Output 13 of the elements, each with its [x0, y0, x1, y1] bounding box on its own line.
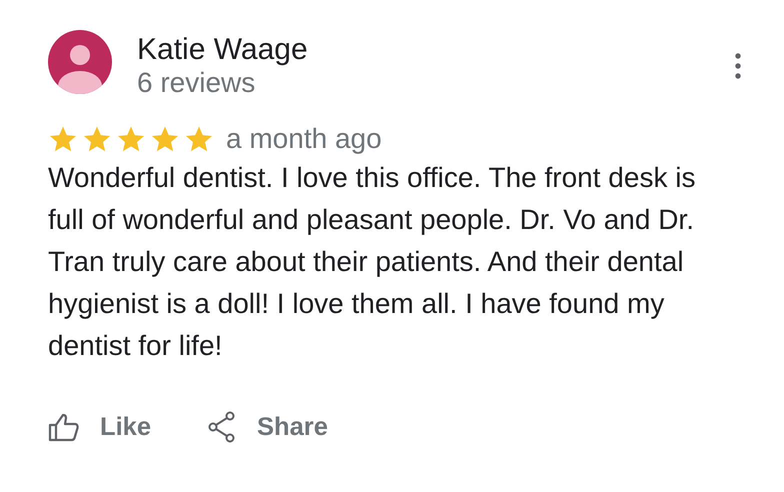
thumbs-up-icon: [48, 412, 80, 442]
star-icon: [116, 124, 146, 154]
share-button[interactable]: Share: [207, 411, 328, 443]
review-count: 6 reviews: [137, 67, 256, 99]
review-time: a month ago: [226, 123, 382, 155]
star-icon: [82, 124, 112, 154]
star-icon: [48, 124, 78, 154]
review-text: Wonderful dentist. I love this office. The front desk is full of wonderful and pleasant people. Dr. Vo and Dr. Tran truly care about their patients. And their dental hygienist is a doll! I love them all. I have found my dentist for life!: [48, 161, 696, 363]
reviewer-name: Katie Waage: [137, 33, 309, 67]
like-button[interactable]: Like: [48, 411, 152, 443]
share-icon: [207, 411, 238, 443]
star-icon: [184, 124, 214, 154]
star-icon: [150, 124, 180, 154]
